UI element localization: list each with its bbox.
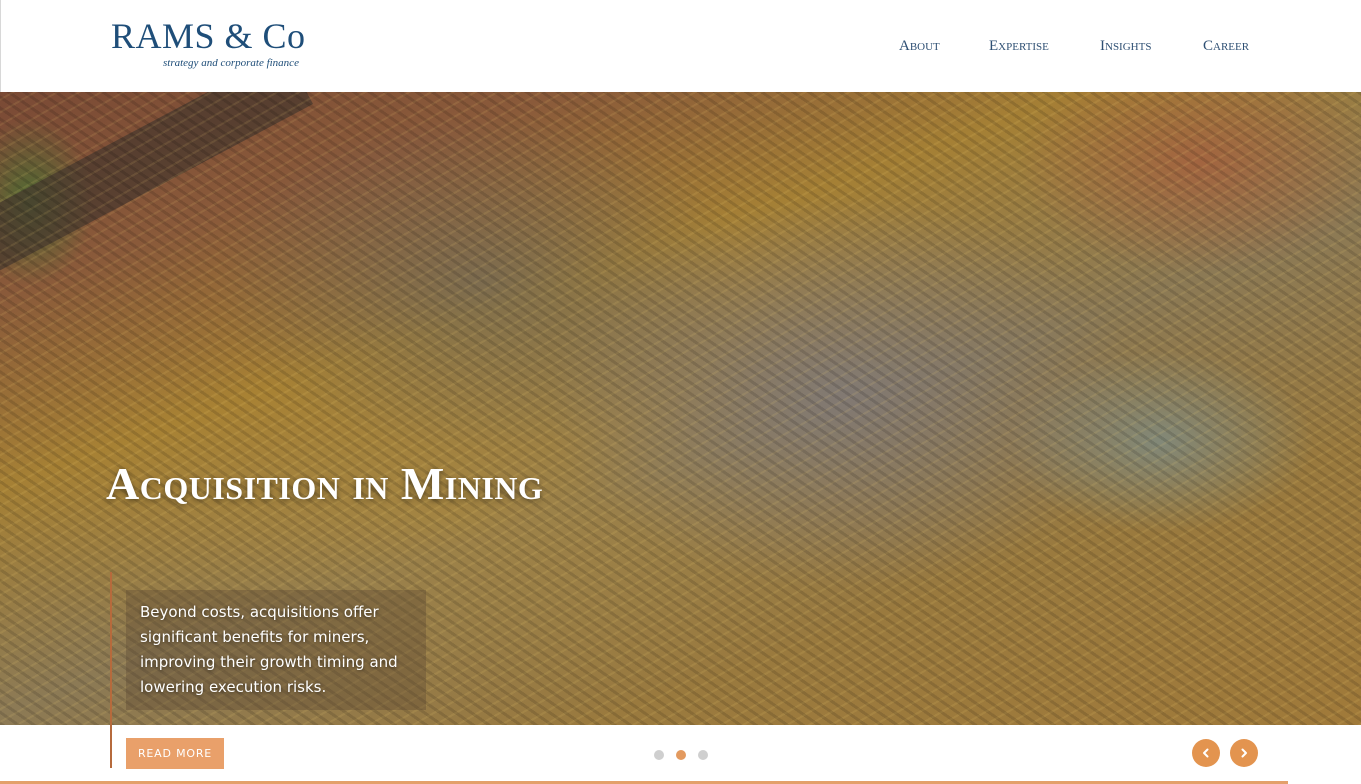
chevron-left-icon bbox=[1203, 748, 1209, 758]
logo-wordmark: RAMS & Co bbox=[111, 16, 306, 56]
logo[interactable]: RAMS & Co strategy and corporate finance bbox=[111, 16, 321, 76]
chevron-right-icon bbox=[1241, 748, 1247, 758]
read-more-button[interactable]: READ MORE bbox=[126, 738, 224, 769]
carousel-prev-button[interactable] bbox=[1192, 739, 1220, 767]
nav-item-insights[interactable]: Insights bbox=[1100, 38, 1151, 55]
nav-item-expertise[interactable]: Expertise bbox=[989, 38, 1049, 55]
hero-divider bbox=[110, 572, 112, 768]
carousel-dot-2[interactable] bbox=[676, 750, 686, 760]
hero-title: Acquisition in Mining bbox=[106, 457, 544, 509]
carousel-next-button[interactable] bbox=[1230, 739, 1258, 767]
nav-item-about[interactable]: About bbox=[899, 38, 940, 55]
carousel-dot-3[interactable] bbox=[698, 750, 708, 760]
hero-description: Beyond costs, acquisitions offer signifi… bbox=[126, 590, 426, 710]
site-header: RAMS & Co strategy and corporate finance… bbox=[0, 0, 1361, 92]
nav-item-career[interactable]: Career bbox=[1203, 38, 1249, 55]
logo-tagline: strategy and corporate finance bbox=[163, 57, 299, 69]
carousel-dot-1[interactable] bbox=[654, 750, 664, 760]
